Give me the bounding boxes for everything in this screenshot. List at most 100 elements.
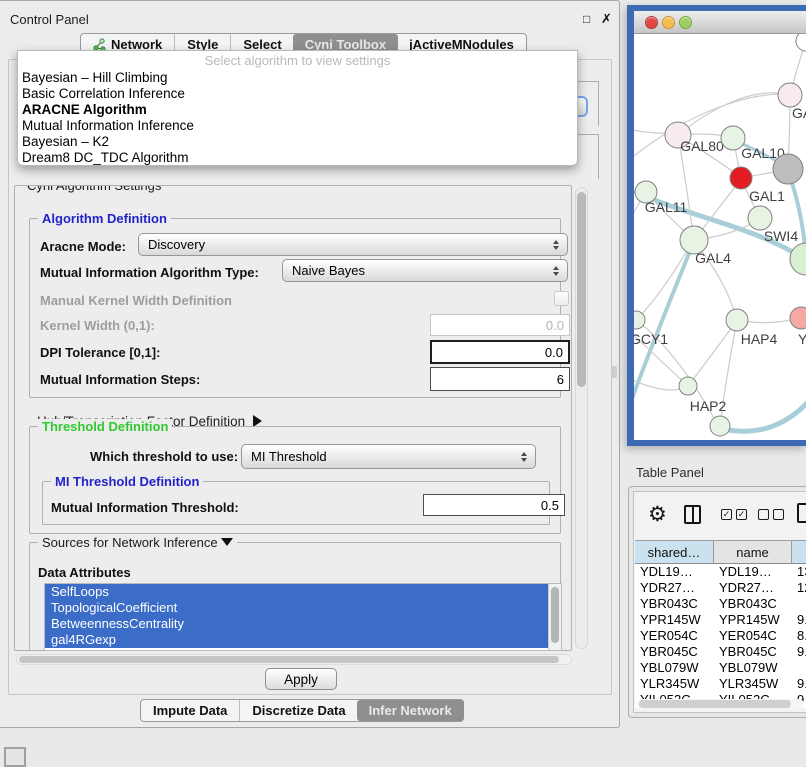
node-label-gal2: GAL2 (792, 105, 806, 121)
network-window-titlebar[interactable] (634, 11, 806, 34)
dropdown-item-mutual-information-inference[interactable]: Mutual Information Inference (18, 118, 577, 134)
algorithm-select-dropdown[interactable]: Select algorithm to view settings Bayesi… (17, 50, 578, 166)
panel-toggle-button[interactable] (4, 747, 26, 767)
gear-icon[interactable]: ⚙ (648, 504, 667, 526)
dropdown-item-bayesian-hill-climbing[interactable]: Bayesian – Hill Climbing (18, 70, 577, 86)
network-node[interactable] (773, 154, 803, 184)
which-threshold-select[interactable]: MI Threshold (241, 444, 536, 469)
kernel-width-label: Kernel Width (0,1): (40, 318, 155, 333)
mi-algorithm-type-select[interactable]: Naive Bayes (282, 259, 568, 282)
network-edge (718, 400, 806, 431)
network-node-gal2[interactable] (778, 83, 802, 107)
table-row[interactable]: YLR345WYLR345W9. (635, 676, 806, 692)
tab-impute-data[interactable]: Impute Data (141, 700, 239, 721)
table-horizontal-scrollbar[interactable] (637, 699, 804, 709)
manual-kernel-checkbox[interactable] (554, 291, 569, 306)
dropdown-placeholder: Select algorithm to view settings (18, 51, 577, 70)
attribute-item-topologicalcoefficient[interactable]: TopologicalCoefficient (45, 600, 561, 616)
network-node-hap4[interactable] (726, 309, 748, 331)
table-cell: 8. (792, 628, 806, 644)
attribute-item-gal4rgexp[interactable]: gal4RGexp (45, 632, 561, 648)
mi-type-label: Mutual Information Algorithm Type: (40, 265, 259, 280)
panel-resize-grip[interactable] (611, 366, 617, 378)
table-cell: 12 (792, 580, 806, 596)
column-header-name[interactable]: name (714, 541, 792, 563)
mi-threshold-definition-group: MI Threshold Definition Mutual Informati… (42, 481, 550, 525)
aracne-mode-value: Discovery (148, 237, 205, 252)
network-node-hap2[interactable] (679, 377, 697, 395)
dropdown-item-aracne-algorithm[interactable]: ARACNE Algorithm (18, 102, 577, 118)
table-cell: YLR345W (635, 676, 714, 692)
aracne-mode-select[interactable]: Discovery (138, 233, 568, 256)
table-row[interactable]: YBL079WYBL079W (635, 660, 806, 676)
network-view-window[interactable]: GAL2GAL80GAL10GAL1GAL11SWI4GAL4GCY1HAP4Y… (627, 5, 806, 446)
dropdown-item-bayesian-k2[interactable]: Bayesian – K2 (18, 134, 577, 150)
node-label-gal11: GAL11 (645, 199, 688, 215)
table-cell: YDR27… (635, 580, 714, 596)
node-label-swi4: SWI4 (764, 228, 798, 244)
columns-icon[interactable] (684, 505, 701, 524)
network-edge (636, 242, 692, 320)
dropdown-item-basic-correlation-inference[interactable]: Basic Correlation Inference (18, 86, 577, 102)
table-cell: 9. (792, 644, 806, 660)
table-cell: YDL19… (714, 564, 792, 580)
node-label-gcy1: GCY1 (634, 331, 668, 347)
mi-threshold-field[interactable]: 0.5 (423, 494, 565, 516)
attribute-item-betweennesscentrality[interactable]: BetweennessCentrality (45, 616, 561, 632)
dpi-tolerance-field[interactable]: 0.0 (430, 340, 570, 364)
which-threshold-label: Which threshold to use: (90, 449, 238, 464)
network-node-gal1[interactable] (730, 167, 752, 189)
threshold-definition-group: Threshold Definition Which threshold to … (29, 426, 561, 534)
dropdown-item-dream8-dc-tdc-algorithm[interactable]: Dream8 DC_TDC Algorithm (18, 150, 577, 166)
control-panel-window: Control Panel □ ✗ NetworkStyleSelectCyni… (0, 0, 620, 728)
export-table-icon[interactable] (797, 503, 806, 523)
attributes-list-scrollbar[interactable] (548, 584, 561, 650)
column-header-a[interactable]: A (792, 541, 806, 563)
mi-steps-field[interactable]: 6 (430, 367, 570, 391)
table-row[interactable]: YBR043CYBR043C (635, 596, 806, 612)
table-row[interactable]: YER054CYER054C8. (635, 628, 806, 644)
network-node-y[interactable] (790, 307, 806, 329)
network-canvas[interactable]: GAL2GAL80GAL10GAL1GAL11SWI4GAL4GCY1HAP4Y… (634, 34, 806, 440)
network-node[interactable] (796, 34, 806, 51)
network-node[interactable] (710, 416, 730, 436)
minimize-window-button[interactable] (662, 16, 675, 29)
node-label-gal4: GAL4 (695, 250, 731, 266)
settings-vertical-scrollbar[interactable] (575, 187, 588, 649)
tab-label: Discretize Data (252, 703, 345, 718)
table-cell: 13 (792, 564, 806, 580)
apply-button[interactable]: Apply (265, 668, 337, 690)
network-edge (688, 320, 737, 386)
network-node[interactable] (790, 243, 806, 275)
table-row[interactable]: YBR045CYBR045C9. (635, 644, 806, 660)
control-panel-title: Control Panel (10, 12, 89, 27)
algorithm-definition-title: Algorithm Definition (38, 211, 171, 226)
zoom-window-button[interactable] (679, 16, 692, 29)
expanded-arrow-icon[interactable] (221, 538, 233, 546)
table-row[interactable]: YDR27…YDR27…12 (635, 580, 806, 596)
table-cell: YBR045C (635, 644, 714, 660)
tab-discretize-data[interactable]: Discretize Data (239, 700, 357, 721)
settings-horizontal-scrollbar[interactable] (16, 654, 572, 665)
kernel-width-field[interactable]: 0.0 (430, 314, 570, 336)
close-window-button[interactable] (645, 16, 658, 29)
table-row[interactable]: YDL19…YDL19…13 (635, 564, 806, 580)
table-row[interactable]: YPR145WYPR145W9. (635, 612, 806, 628)
select-columns-icon[interactable]: ✓✓ (721, 509, 747, 520)
tab-infer-network[interactable]: Infer Network (357, 700, 464, 721)
table-cell: YBR043C (635, 596, 714, 612)
column-header-shared[interactable]: shared… (635, 541, 714, 563)
cyni-bottom-tab-bar: Impute Data Discretize Data Infer Network (140, 699, 464, 722)
network-node-swi4[interactable] (748, 206, 772, 230)
combo-arrows-icon (553, 240, 559, 250)
close-panel-icon[interactable]: ✗ (601, 11, 612, 27)
attribute-item-selfloops[interactable]: SelfLoops (45, 584, 561, 600)
mi-type-value: Naive Bayes (292, 263, 365, 278)
deselect-columns-icon[interactable] (758, 509, 784, 520)
float-window-icon[interactable]: □ (583, 12, 590, 26)
threshold-definition-title: Threshold Definition (38, 419, 172, 434)
table-cell: YBL079W (714, 660, 792, 676)
data-attributes-list[interactable]: SelfLoopsTopologicalCoefficientBetweenne… (44, 583, 562, 651)
table-cell: YBR043C (714, 596, 792, 612)
mi-threshold-definition-title: MI Threshold Definition (51, 474, 203, 489)
